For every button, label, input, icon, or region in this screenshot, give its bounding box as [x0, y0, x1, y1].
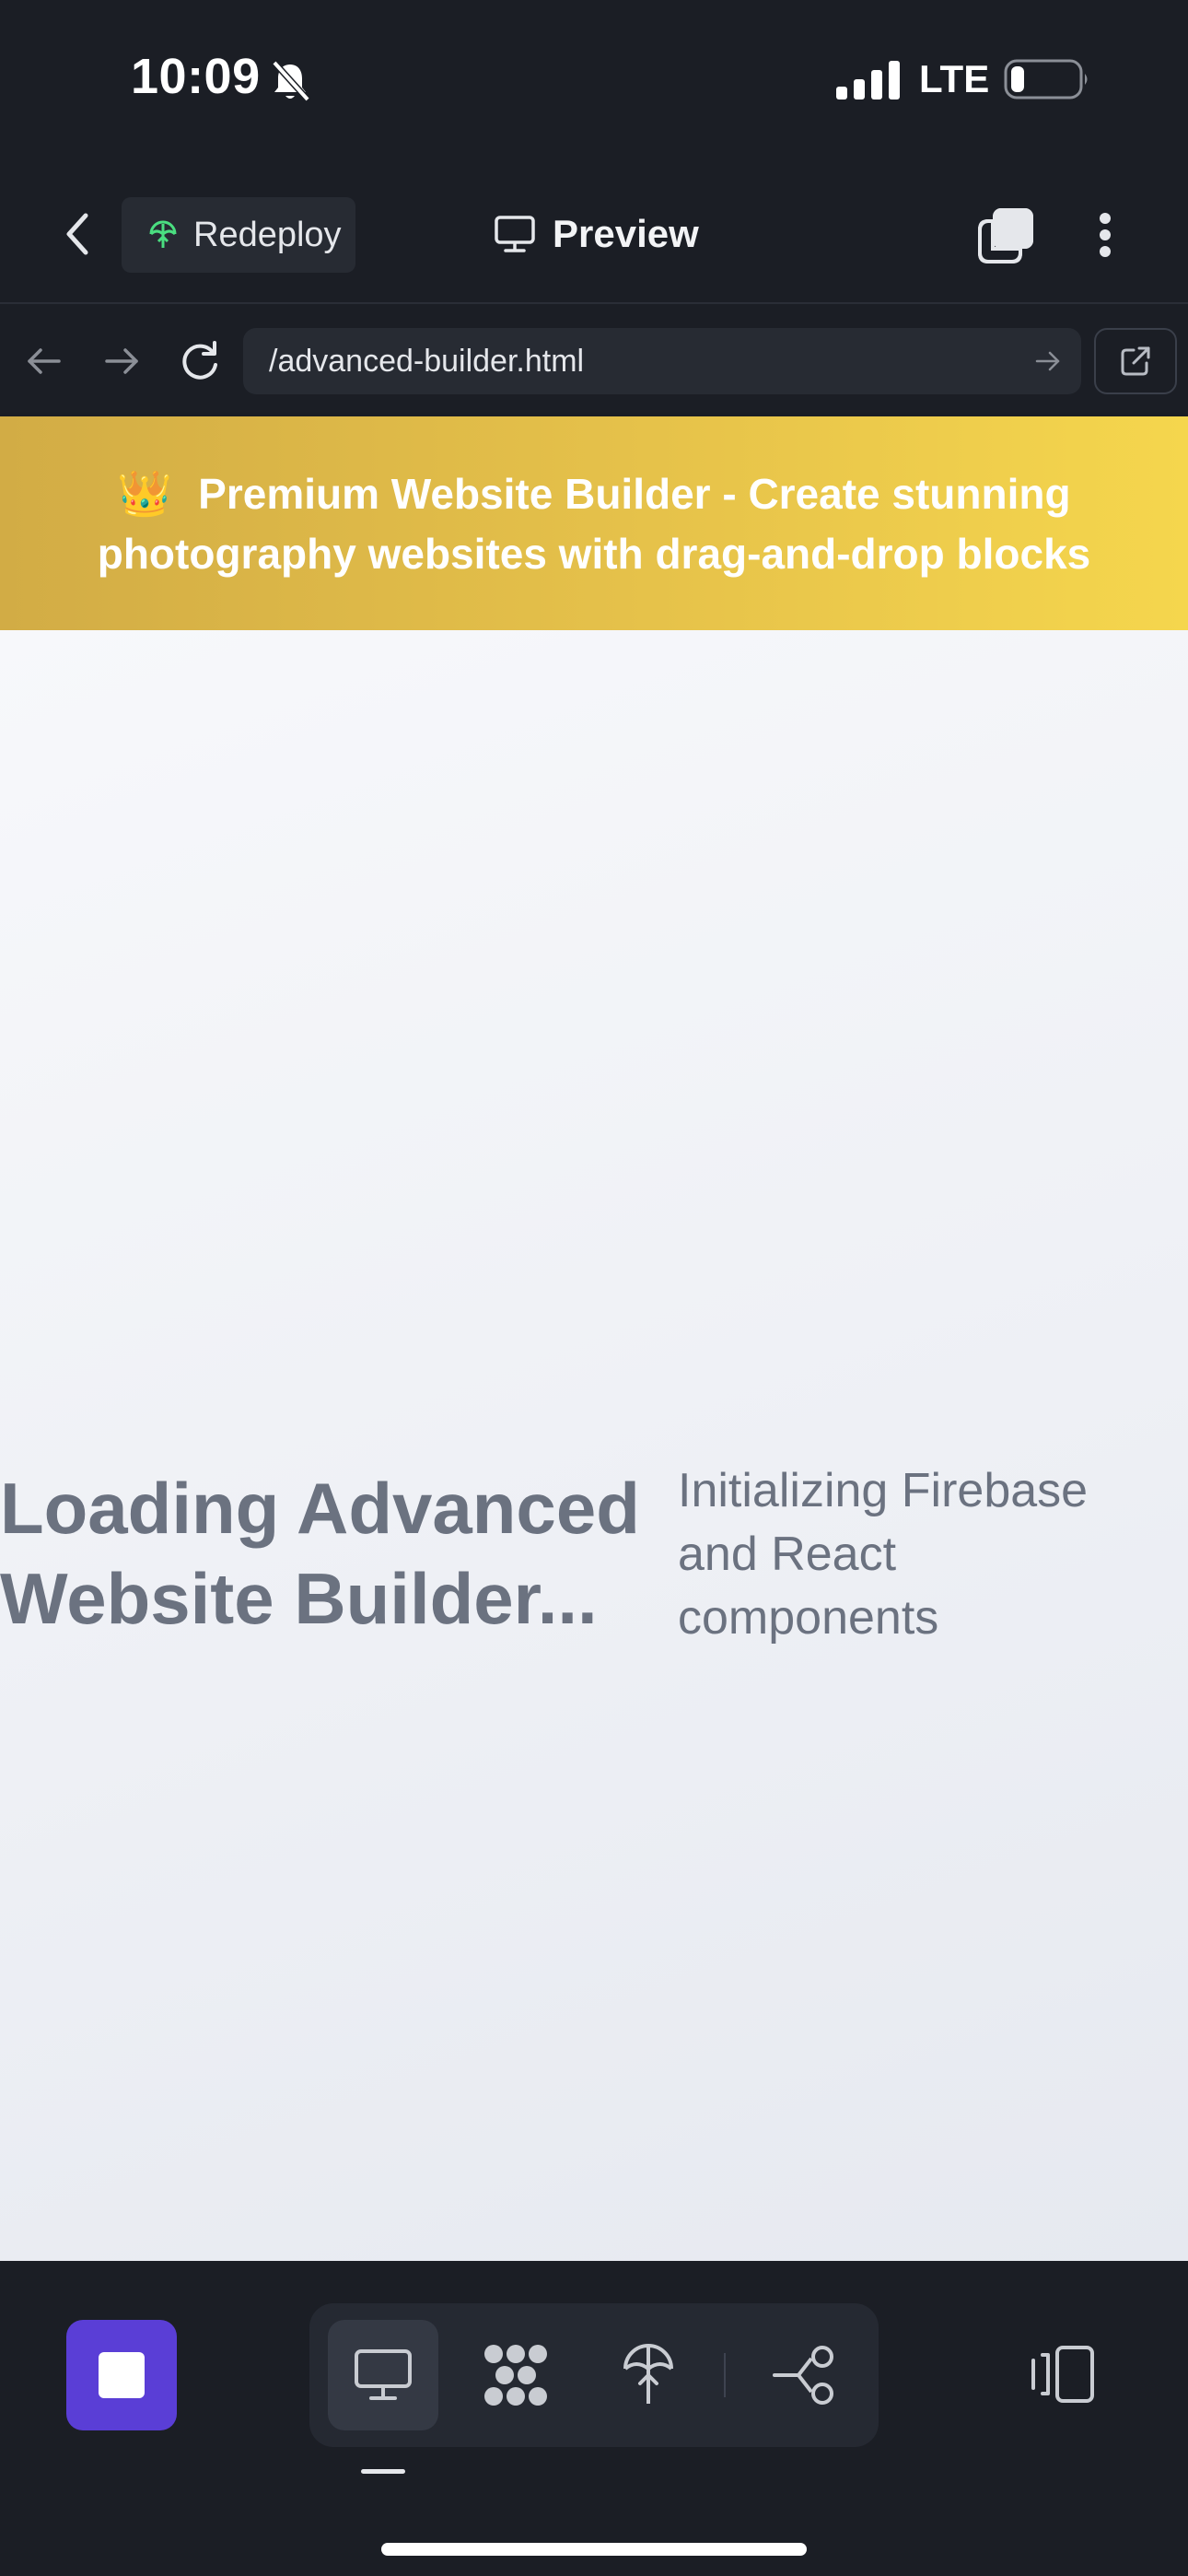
toolbar-divider	[724, 2353, 726, 2397]
deploy-button[interactable]	[593, 2320, 704, 2430]
deploy-icon	[623, 2344, 673, 2404]
view-mode-group	[309, 2303, 879, 2447]
crown-icon: 👑	[117, 469, 173, 519]
loading-subtitle: Initializing Firebase and React componen…	[678, 1464, 1089, 1645]
battery-icon	[1004, 59, 1088, 100]
external-link-icon	[1121, 346, 1150, 376]
url-text: /advanced-builder.html	[269, 343, 585, 379]
preview-title: Preview	[494, 206, 699, 262]
redeploy-label: Redeploy	[193, 215, 342, 254]
status-time: 10:09	[131, 49, 261, 104]
premium-banner: 👑 Premium Website Builder - Create stunni…	[0, 416, 1188, 630]
reload-icon[interactable]	[177, 337, 223, 383]
status-bar: 10:09 LTE	[0, 0, 1188, 166]
open-external-button[interactable]	[1094, 328, 1177, 394]
device-toggle-icon[interactable]	[1030, 2342, 1096, 2406]
url-field[interactable]: /advanced-builder.html	[243, 328, 1081, 394]
chevron-left-icon	[66, 213, 88, 255]
go-arrow-icon[interactable]	[1033, 346, 1063, 376]
active-tab-indicator	[361, 2469, 405, 2474]
banner-text: Premium Website Builder - Create stunnin…	[97, 469, 1091, 578]
share-icon	[773, 2346, 833, 2405]
stop-icon	[99, 2352, 145, 2398]
preview-mode-button[interactable]	[328, 2320, 438, 2430]
more-icon-dot	[1100, 229, 1111, 240]
signal-icon	[836, 61, 900, 100]
monitor-icon	[495, 216, 535, 252]
deploy-icon	[149, 220, 177, 248]
workflow-button[interactable]	[460, 2320, 571, 2430]
app-header: Redeploy Preview	[0, 166, 1188, 304]
tabs-icon[interactable]	[976, 205, 1037, 265]
redeploy-button[interactable]: Redeploy	[122, 197, 355, 273]
back-button[interactable]	[52, 208, 103, 260]
bell-slash-icon	[272, 60, 310, 102]
more-options-button[interactable]	[1083, 205, 1127, 265]
more-icon-dot	[1100, 213, 1111, 224]
bottom-toolbar	[0, 2261, 1188, 2576]
arrow-left-icon[interactable]	[24, 341, 64, 381]
network-type: LTE	[919, 57, 990, 100]
loading-title: Loading Advanced Website Builder...	[0, 1468, 640, 1639]
monitor-icon	[355, 2349, 412, 2400]
workflow-icon	[484, 2345, 547, 2406]
more-icon-dot	[1100, 246, 1111, 257]
preview-content: Loading Advanced Website Builder... Init…	[0, 630, 1188, 2261]
share-button[interactable]	[750, 2320, 860, 2430]
page-title: Preview	[553, 212, 699, 255]
stop-button[interactable]	[66, 2320, 177, 2430]
home-indicator[interactable]	[381, 2543, 807, 2556]
arrow-right-icon[interactable]	[101, 341, 142, 381]
browser-nav-bar: /advanced-builder.html	[0, 306, 1188, 416]
